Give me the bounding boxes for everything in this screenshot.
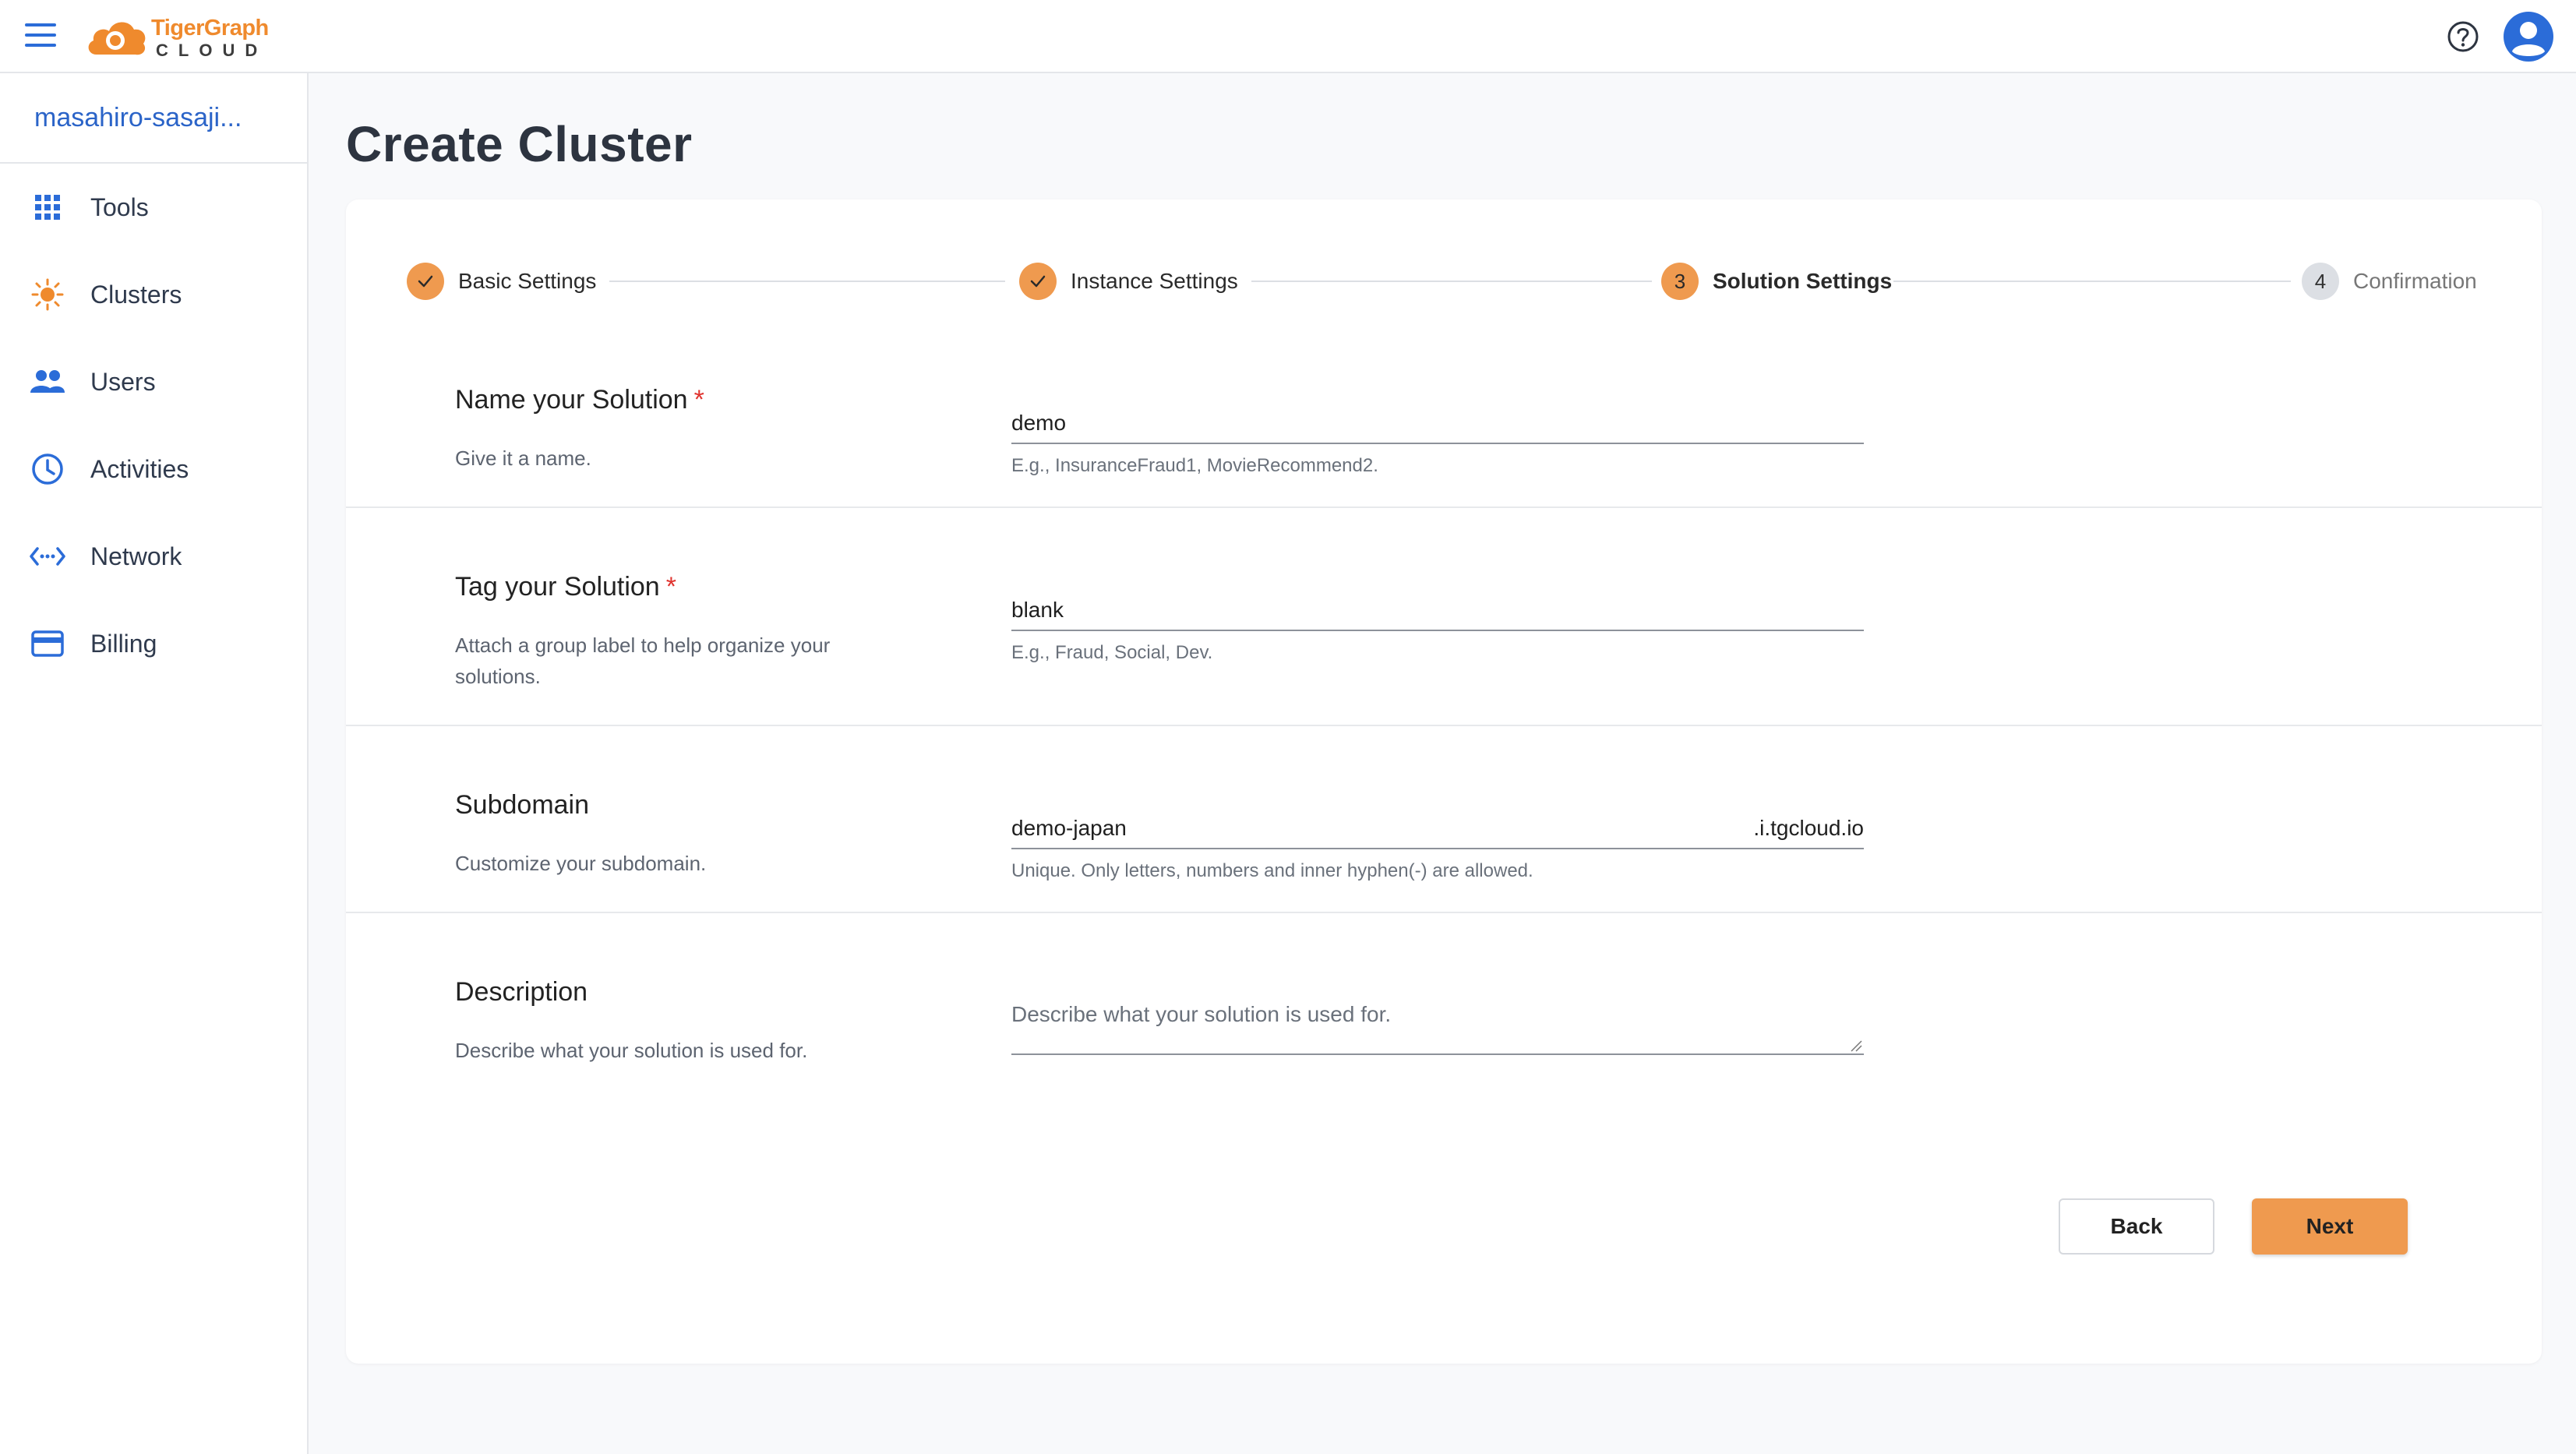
clock-icon — [30, 451, 65, 487]
step-label: Confirmation — [2353, 269, 2477, 293]
solution-tag-value: blank — [1011, 598, 1064, 622]
step-connector — [1893, 281, 2291, 282]
subdomain-title: Subdomain — [455, 790, 590, 820]
logo-brand: TigerGraph — [151, 16, 269, 41]
sidebar-item-label: Activities — [90, 454, 189, 483]
description-description: Describe what your solution is used for. — [455, 1039, 808, 1062]
step-connector — [609, 281, 1005, 282]
tag-field: blank E.g., Fraud, Social, Dev. — [1011, 591, 1864, 664]
menu-icon[interactable] — [25, 23, 56, 50]
sidebar-item-label: Clusters — [90, 280, 182, 309]
sidebar-item-network[interactable]: Network — [0, 513, 307, 600]
cluster-icon — [30, 277, 65, 312]
tag-description: Attach a group label to help organize yo… — [455, 633, 831, 688]
users-icon — [30, 364, 65, 400]
help-icon[interactable] — [2447, 20, 2479, 53]
sidebar-item-clusters[interactable]: Clusters — [0, 251, 307, 338]
grid-icon — [30, 189, 65, 225]
logo-sub: CLOUD — [156, 41, 268, 60]
required-asterisk: * — [693, 385, 704, 415]
logo-cloud-icon — [88, 22, 146, 55]
tigergraph-logo[interactable]: TigerGraph CLOUD — [86, 11, 273, 62]
subdomain-suffix: .i.tgcloud.io — [1753, 816, 1864, 840]
subdomain-value: demo-japan — [1011, 816, 1127, 840]
step-label: Instance Settings — [1071, 269, 1238, 293]
sidebar-item-label: Tools — [90, 192, 149, 221]
sidebar-item-activities[interactable]: Activities — [0, 425, 307, 513]
check-icon — [1019, 263, 1057, 300]
org-name[interactable]: masahiro-sasaji... — [0, 73, 307, 164]
step-solution-settings[interactable]: 3 Solution Settings — [1661, 262, 1892, 301]
page-title: Create Cluster — [346, 116, 693, 172]
solution-name-input[interactable]: demo — [1011, 404, 1864, 444]
subdomain-help: Unique. Only letters, numbers and inner … — [1011, 860, 1533, 881]
sidebar-item-users[interactable]: Users — [0, 338, 307, 425]
name-field: demo E.g., InsuranceFraud1, MovieRecomme… — [1011, 404, 1864, 477]
subdomain-field: demo-japan .i.tgcloud.io Unique. Only le… — [1011, 809, 1864, 882]
name-title: Name your Solution * — [455, 385, 704, 415]
sidebar-item-tools[interactable]: Tools — [0, 164, 307, 251]
description-title: Description — [455, 977, 588, 1007]
network-icon — [30, 538, 65, 574]
sidebar-item-label: Network — [90, 542, 182, 570]
step-connector — [1251, 281, 1652, 282]
step-number: 3 — [1661, 263, 1699, 300]
step-label: Solution Settings — [1713, 269, 1893, 293]
subdomain-description: Customize your subdomain. — [455, 852, 707, 875]
create-cluster-card: Basic Settings Instance Settings 3 Solut… — [346, 199, 2542, 1364]
step-confirmation[interactable]: 4 Confirmation — [2302, 262, 2477, 301]
sidebar: masahiro-sasaji... Tools Clusters Users … — [0, 73, 309, 1454]
stepper: Basic Settings Instance Settings 3 Solut… — [346, 199, 2542, 340]
step-basic-settings[interactable]: Basic Settings — [407, 262, 596, 301]
back-button[interactable]: Back — [2059, 1198, 2214, 1255]
top-bar: TigerGraph CLOUD — [0, 0, 2576, 73]
credit-card-icon — [30, 626, 65, 662]
tag-help: E.g., Fraud, Social, Dev. — [1011, 642, 1213, 663]
sidebar-item-billing[interactable]: Billing — [0, 600, 307, 687]
required-asterisk: * — [665, 572, 676, 602]
account-icon[interactable] — [2503, 11, 2554, 62]
tag-title: Tag your Solution * — [455, 572, 676, 602]
solution-name-value: demo — [1011, 411, 1067, 435]
check-icon — [407, 263, 444, 300]
description-placeholder: Describe what your solution is used for. — [1011, 1002, 1392, 1026]
name-description: Give it a name. — [455, 446, 591, 470]
subdomain-input[interactable]: demo-japan .i.tgcloud.io — [1011, 809, 1864, 849]
step-number: 4 — [2302, 263, 2339, 300]
description-field: Describe what your solution is used for. — [1011, 991, 1864, 1055]
sidebar-item-label: Users — [90, 367, 156, 396]
sidebar-item-label: Billing — [90, 629, 157, 658]
solution-tag-input[interactable]: blank — [1011, 591, 1864, 631]
name-title-text: Name your Solution — [455, 385, 688, 415]
name-help: E.g., InsuranceFraud1, MovieRecommend2. — [1011, 455, 1378, 476]
tag-title-text: Tag your Solution — [455, 572, 660, 602]
step-instance-settings[interactable]: Instance Settings — [1019, 262, 1238, 301]
next-button[interactable]: Next — [2252, 1198, 2408, 1255]
step-label: Basic Settings — [458, 269, 597, 293]
description-textarea[interactable]: Describe what your solution is used for. — [1011, 991, 1864, 1055]
resize-handle-icon[interactable] — [1848, 1038, 1862, 1052]
